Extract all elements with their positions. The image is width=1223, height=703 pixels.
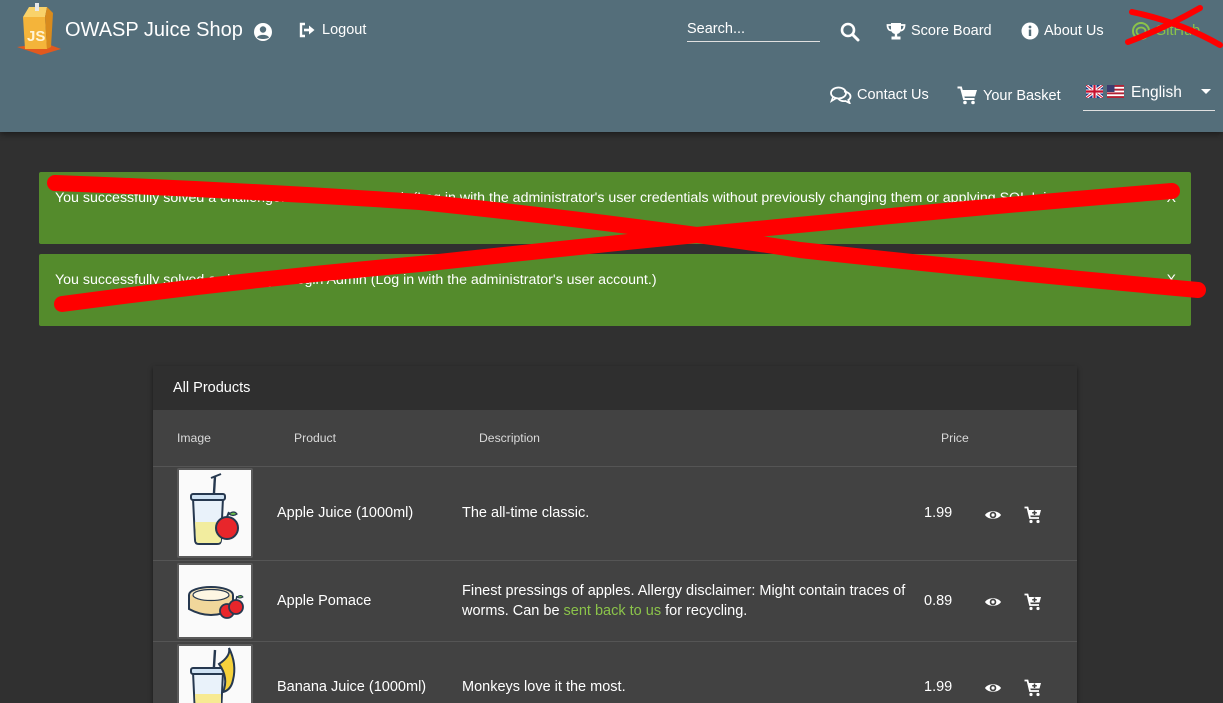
score-board-button[interactable]: Score Board <box>886 22 992 40</box>
flag-icons <box>1086 85 1124 98</box>
language-label: English <box>1131 84 1182 101</box>
product-price: 0.89 <box>924 593 953 609</box>
product-description: Monkeys love it the most. <box>462 679 626 695</box>
trophy-icon <box>886 23 906 40</box>
product-price: 1.99 <box>924 505 953 521</box>
sent-back-link[interactable]: sent back to us <box>564 603 662 619</box>
uk-flag-icon <box>1086 85 1103 98</box>
product-price: 1.99 <box>924 679 953 695</box>
contact-us-button[interactable]: Contact Us <box>830 86 929 104</box>
product-name: Apple Juice (1000ml) <box>277 505 414 521</box>
svg-text:JS: JS <box>27 28 45 45</box>
search-input[interactable] <box>687 18 820 40</box>
product-description-suffix: for recycling. <box>661 603 748 619</box>
github-icon <box>1132 22 1150 40</box>
us-flag-icon <box>1107 85 1124 98</box>
table-row[interactable]: Banana Juice (1000ml) Monkeys love it th… <box>153 642 1077 703</box>
add-to-cart-icon[interactable] <box>1024 506 1042 524</box>
top-toolbar: JS OWASP Juice Shop Logout Score Board <box>0 0 1223 132</box>
column-header-image[interactable]: Image <box>177 431 211 445</box>
table-row[interactable]: Apple Pomace Finest pressings of apples.… <box>153 561 1077 642</box>
score-board-label: Score Board <box>911 23 992 39</box>
table-header-row: Image Product Description Price <box>153 410 1077 467</box>
shopping-cart-icon <box>957 86 977 105</box>
contact-us-label: Contact Us <box>857 87 929 103</box>
about-us-button[interactable]: About Us <box>1021 22 1104 40</box>
account-circle-icon[interactable] <box>253 22 273 42</box>
logout-label: Logout <box>322 22 367 38</box>
product-name: Apple Pomace <box>277 593 372 609</box>
logout-button[interactable]: Logout <box>298 22 366 38</box>
apple-pomace-image <box>188 586 244 619</box>
chevron-down-icon <box>1201 89 1211 94</box>
products-table-card: All Products Image Product Description P… <box>153 366 1077 703</box>
search-icon[interactable] <box>840 22 860 42</box>
add-to-cart-icon[interactable] <box>1024 679 1042 697</box>
eye-icon[interactable] <box>984 593 1002 611</box>
your-basket-label: Your Basket <box>983 87 1061 104</box>
product-image[interactable] <box>177 644 253 703</box>
banana-juice-image <box>190 647 236 703</box>
about-us-label: About Us <box>1044 23 1104 39</box>
github-label: GitHub <box>1155 23 1201 39</box>
search-field[interactable] <box>687 18 820 42</box>
your-basket-button[interactable]: Your Basket <box>957 86 1061 105</box>
notification-text: You successfully solved a challenge: Log… <box>55 272 657 288</box>
product-name: Banana Juice (1000ml) <box>277 679 427 695</box>
column-header-price[interactable]: Price <box>941 431 969 445</box>
logout-icon <box>299 22 315 38</box>
product-description: Finest pressings of apples. Allergy disc… <box>462 581 912 621</box>
product-description: The all-time classic. <box>462 505 590 521</box>
eye-icon[interactable] <box>984 679 1002 697</box>
column-header-description[interactable]: Description <box>479 431 540 445</box>
notification-text: You successfully solved a challenge: Pas… <box>55 190 1093 206</box>
language-select[interactable]: English <box>1083 80 1215 111</box>
info-icon <box>1021 22 1039 40</box>
app-title[interactable]: OWASP Juice Shop <box>65 19 243 42</box>
column-header-product[interactable]: Product <box>294 431 336 445</box>
table-title: All Products <box>153 366 1077 410</box>
juice-shop-logo[interactable]: JS <box>15 3 63 57</box>
add-to-cart-icon[interactable] <box>1024 593 1042 611</box>
apple-juice-image <box>190 473 239 545</box>
eye-icon[interactable] <box>984 506 1002 524</box>
product-image[interactable] <box>177 563 253 639</box>
chat-bubbles-icon <box>830 86 852 104</box>
table-row[interactable]: Apple Juice (1000ml) The all-time classi… <box>153 467 1077 561</box>
close-notification-button[interactable]: X <box>1167 189 1176 205</box>
challenge-solved-notification: You successfully solved a challenge: Log… <box>39 254 1191 326</box>
product-image[interactable] <box>177 468 253 558</box>
github-button[interactable]: GitHub <box>1132 22 1200 40</box>
challenge-solved-notification: You successfully solved a challenge: Pas… <box>39 172 1191 244</box>
close-notification-button[interactable]: X <box>1167 271 1176 287</box>
